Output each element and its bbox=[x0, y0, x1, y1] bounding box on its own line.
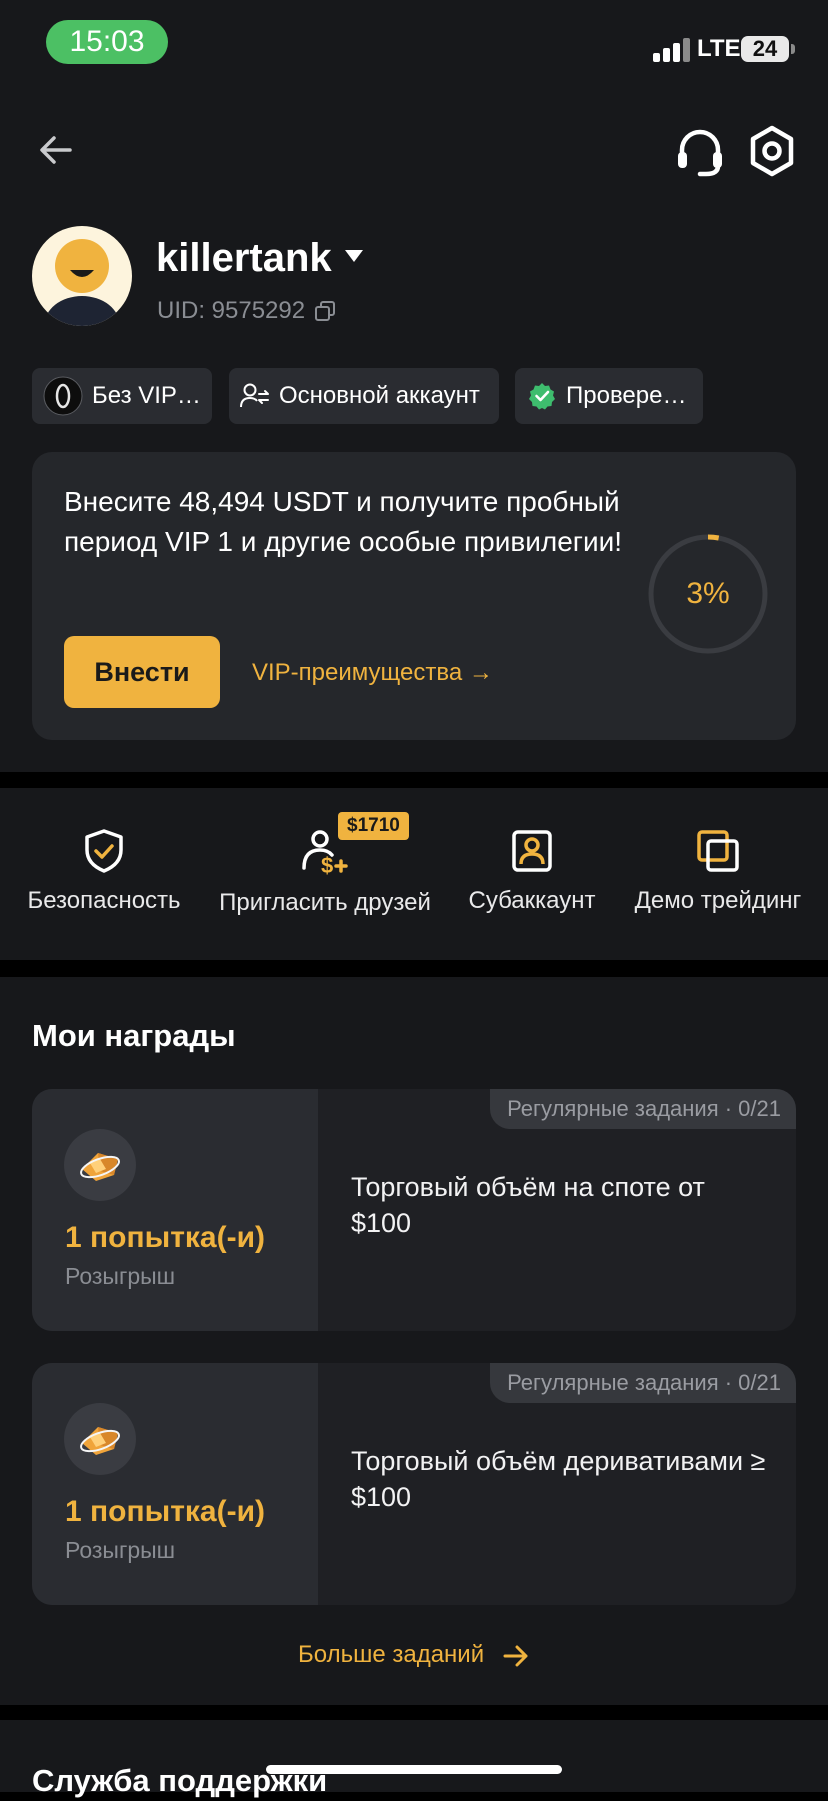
battery-tip bbox=[791, 44, 795, 54]
reward-type: Розыгрыш bbox=[65, 1537, 176, 1563]
lucky-draw-icon bbox=[64, 1403, 136, 1475]
user-uid: UID: 9575292 bbox=[157, 297, 306, 324]
settings-icon[interactable] bbox=[746, 124, 798, 180]
verification-chip[interactable]: Провере… bbox=[515, 368, 703, 424]
subaccount-action[interactable]: Субаккаунт bbox=[456, 828, 608, 916]
reward-description: Торговый объём деривативами ≥ $100 bbox=[351, 1446, 766, 1512]
reward-task-tag: Регулярные задания · 0/21 bbox=[490, 1363, 796, 1403]
headset-icon[interactable] bbox=[674, 128, 726, 178]
security-label: Безопасность bbox=[27, 887, 181, 914]
avatar-icon bbox=[44, 239, 120, 326]
copy-icon[interactable] bbox=[314, 300, 336, 322]
status-time: 15:03 bbox=[46, 20, 168, 64]
vip-progress-value: 3% bbox=[686, 577, 730, 610]
verified-chip-label: Провере… bbox=[566, 382, 687, 409]
vip-promo-text: Внесите 48,494 USDT и получите пробный п… bbox=[64, 486, 623, 557]
username: killertank bbox=[156, 236, 332, 280]
account-switch-icon bbox=[240, 383, 269, 408]
svg-text:$: $ bbox=[321, 853, 333, 876]
verified-check-icon bbox=[529, 383, 555, 410]
reward-summary: 1 попытка(-и) Розыгрыш bbox=[32, 1363, 318, 1605]
vip-badge-icon bbox=[43, 376, 83, 416]
reward-type: Розыгрыш bbox=[65, 1263, 176, 1289]
battery-icon: 24 bbox=[741, 36, 789, 62]
reward-task-tag: Регулярные задания · 0/21 bbox=[490, 1089, 796, 1129]
lucky-draw-icon bbox=[64, 1129, 136, 1201]
reward-count: 1 попытка(-и) bbox=[65, 1221, 266, 1254]
subaccount-label: Субаккаунт bbox=[468, 887, 596, 914]
reward-card[interactable]: 1 попытка(-и) Розыгрыш Регулярные задани… bbox=[32, 1363, 796, 1605]
shield-check-icon bbox=[85, 829, 123, 873]
invite-friends-label: Пригласить друзей bbox=[219, 889, 431, 916]
account-type-chip[interactable]: Основной аккаунт bbox=[229, 368, 499, 424]
reward-count: 1 попытка(-и) bbox=[65, 1495, 266, 1528]
vip-benefits-link[interactable]: VIP-преимущества → bbox=[252, 658, 493, 688]
more-tasks-link[interactable]: Больше заданий bbox=[298, 1640, 484, 1670]
demo-trading-label: Демо трейдинг bbox=[634, 887, 802, 914]
security-action[interactable]: Безопасность bbox=[10, 828, 198, 916]
avatar[interactable] bbox=[32, 226, 132, 326]
demo-trading-icon bbox=[697, 830, 739, 872]
account-dropdown-icon[interactable] bbox=[343, 248, 365, 264]
home-indicator[interactable] bbox=[266, 1765, 562, 1774]
vip-promo-card: Внесите 48,494 USDT и получите пробный п… bbox=[32, 452, 796, 740]
subaccount-icon bbox=[512, 830, 552, 872]
deposit-button[interactable]: Внести bbox=[64, 636, 220, 708]
reward-card[interactable]: 1 попытка(-и) Розыгрыш Регулярные задани… bbox=[32, 1089, 796, 1331]
invite-bonus-badge: $1710 bbox=[338, 812, 409, 840]
vip-chip-label: Без VIP… bbox=[92, 382, 201, 409]
account-chip-label: Основной аккаунт bbox=[279, 382, 480, 409]
reward-description: Торговый объём на споте от $100 bbox=[351, 1172, 705, 1238]
network-type: LTE bbox=[697, 35, 741, 62]
demo-trading-action[interactable]: Демо трейдинг bbox=[625, 828, 811, 916]
back-arrow-icon[interactable] bbox=[36, 130, 76, 170]
vip-level-chip[interactable]: Без VIP… bbox=[32, 368, 212, 424]
reward-summary: 1 попытка(-и) Розыгрыш bbox=[32, 1089, 318, 1331]
signal-icon bbox=[653, 36, 690, 62]
invite-friends-action[interactable]: $ Пригласить друзей bbox=[212, 828, 438, 918]
rewards-title: Мои награды bbox=[32, 1018, 236, 1053]
arrow-right-icon[interactable] bbox=[502, 1643, 530, 1669]
